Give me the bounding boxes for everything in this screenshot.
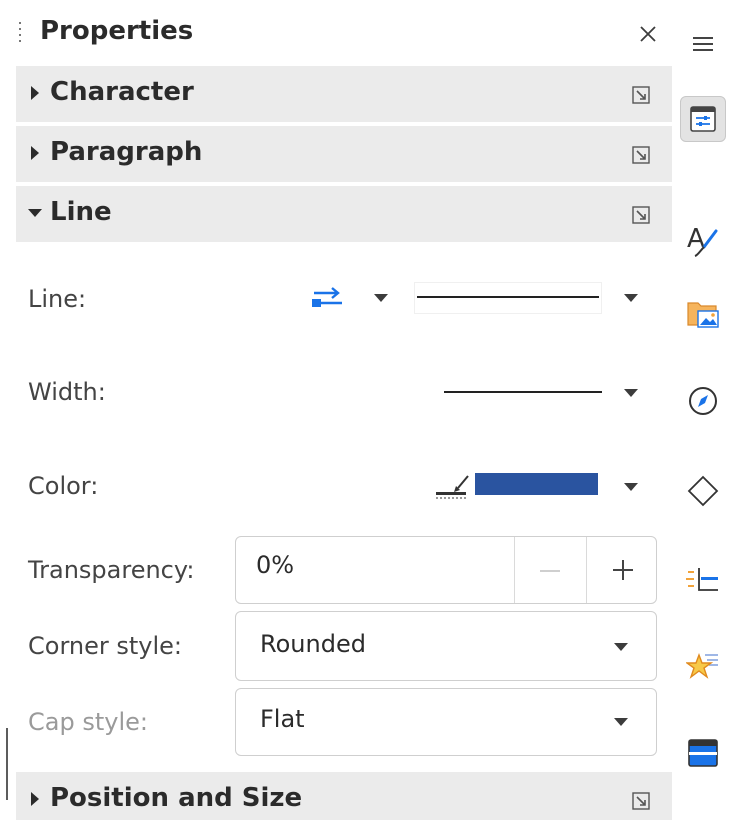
transparency-spinbox[interactable]: 0%	[235, 536, 657, 604]
line-color-dropdown[interactable]	[624, 483, 638, 491]
corner-style-label: Corner style:	[28, 632, 182, 660]
sidebar-tab-shapes[interactable]	[680, 468, 726, 514]
navigator-icon	[689, 387, 717, 415]
more-options-icon[interactable]	[630, 144, 652, 166]
line-style-select[interactable]	[415, 283, 601, 313]
styles-icon: A	[687, 224, 718, 257]
resize-edge[interactable]	[6, 728, 8, 800]
cap-style-label: Cap style:	[28, 708, 148, 736]
more-options-icon[interactable]	[630, 790, 652, 812]
increment-icon[interactable]	[613, 560, 633, 580]
sidebar-tab-design[interactable]	[680, 730, 726, 776]
cap-style-select[interactable]: Flat	[235, 688, 657, 756]
section-paragraph[interactable]: Paragraph	[16, 126, 672, 182]
panel-title: Properties	[40, 16, 194, 46]
more-options-icon[interactable]	[630, 204, 652, 226]
corner-style-value: Rounded	[260, 630, 366, 658]
close-icon	[640, 26, 656, 42]
chevron-down-icon	[614, 718, 628, 726]
section-label: Line	[50, 197, 112, 227]
transparency-label: Transparency:	[28, 556, 195, 584]
shapes-icon	[687, 475, 719, 507]
line-width-preview[interactable]	[444, 391, 602, 393]
line-width-label: Width:	[28, 378, 106, 406]
page-icon	[686, 568, 718, 591]
collapse-arrow-icon	[28, 209, 42, 217]
line-color-icon	[436, 475, 469, 499]
sidebar-tab-styles[interactable]: A	[680, 218, 726, 264]
sidebar-tab-animation[interactable]	[680, 642, 726, 688]
properties-icon	[690, 106, 716, 132]
corner-style-select[interactable]: Rounded	[235, 611, 657, 681]
decrement-icon[interactable]	[540, 569, 560, 573]
expand-arrow-icon	[31, 792, 39, 806]
line-color-label: Color:	[28, 472, 99, 500]
expand-arrow-icon	[31, 86, 39, 100]
section-position-size[interactable]: Position and Size	[16, 772, 672, 820]
menu-icon	[693, 37, 713, 51]
transparency-value[interactable]: 0%	[256, 551, 294, 579]
drag-handle[interactable]	[18, 22, 22, 48]
sidebar-tab-properties[interactable]	[680, 96, 726, 142]
more-options-icon[interactable]	[630, 84, 652, 106]
sidebar-tabbar: A	[680, 0, 753, 820]
sidebar-menu-button[interactable]	[680, 20, 726, 66]
sidebar-tab-page[interactable]	[680, 556, 726, 602]
line-color-swatch[interactable]	[475, 473, 598, 495]
gallery-icon	[687, 302, 719, 328]
properties-panel: Properties Character Paragraph Line Line…	[0, 0, 676, 820]
section-label: Position and Size	[50, 783, 303, 813]
arrow-style-icon[interactable]	[310, 286, 346, 310]
sidebar-tab-navigator[interactable]	[680, 378, 726, 424]
section-label: Character	[50, 77, 194, 107]
arrow-style-dropdown[interactable]	[374, 294, 388, 302]
section-line[interactable]: Line	[16, 186, 672, 242]
section-character[interactable]: Character	[16, 66, 672, 122]
cap-style-value: Flat	[260, 705, 305, 733]
sidebar-tab-gallery[interactable]	[680, 290, 726, 336]
line-style-preview	[417, 296, 599, 298]
line-style-dropdown[interactable]	[624, 294, 638, 302]
chevron-down-icon	[614, 643, 628, 651]
animation-icon	[686, 653, 718, 679]
expand-arrow-icon	[31, 146, 39, 160]
section-label: Paragraph	[50, 137, 203, 167]
line-width-dropdown[interactable]	[624, 389, 638, 397]
design-icon	[688, 739, 718, 767]
close-button[interactable]	[634, 18, 662, 50]
line-style-label: Line:	[28, 285, 87, 313]
